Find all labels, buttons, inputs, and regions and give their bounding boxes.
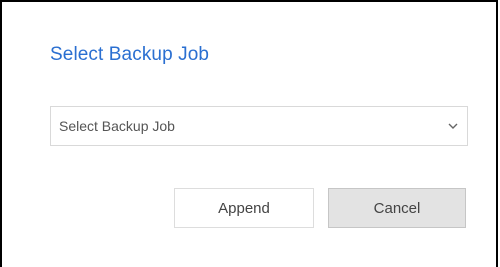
append-button[interactable]: Append — [174, 188, 314, 228]
select-backup-job-dialog: Select Backup Job Select Backup Job Appe… — [0, 0, 498, 267]
cancel-button[interactable]: Cancel — [328, 188, 466, 228]
backup-job-select-value: Select Backup Job — [59, 118, 175, 134]
backup-job-select[interactable]: Select Backup Job — [50, 106, 468, 146]
chevron-down-icon — [448, 123, 458, 129]
dialog-title: Select Backup Job — [50, 44, 210, 65]
